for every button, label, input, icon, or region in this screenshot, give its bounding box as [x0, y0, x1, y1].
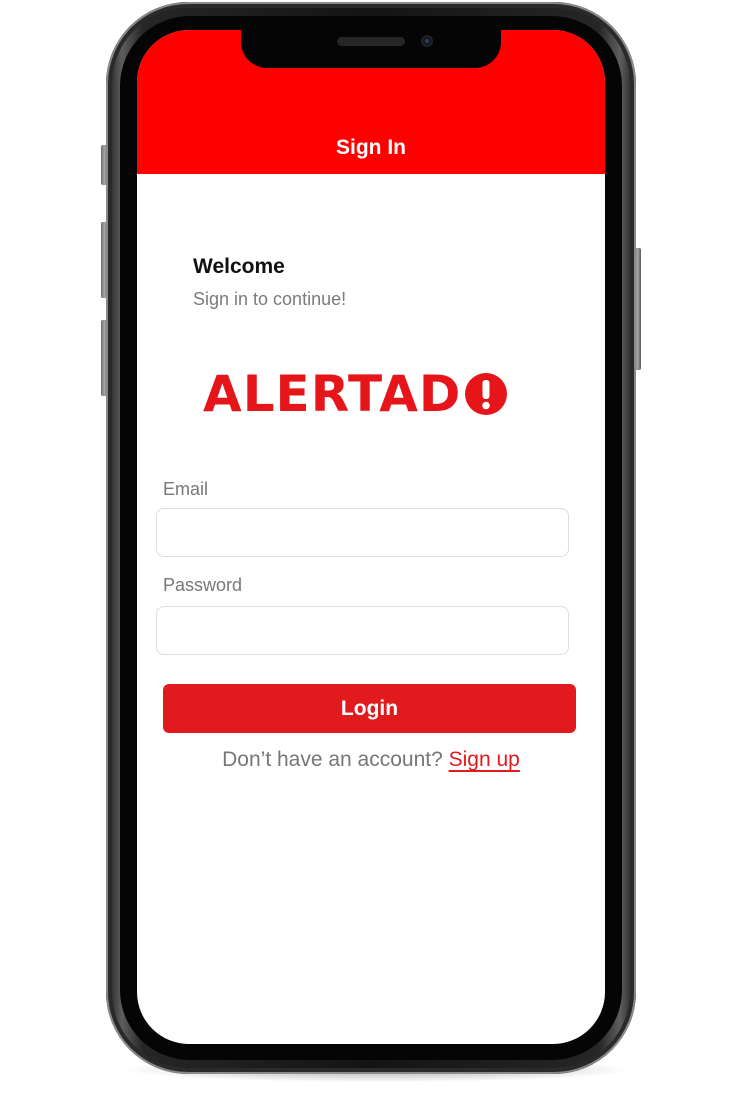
alert-exclamation-icon: [465, 373, 508, 415]
speaker-grille: [337, 37, 405, 46]
front-camera-icon: [421, 35, 433, 47]
notch: [241, 30, 501, 68]
welcome-heading: Welcome: [193, 255, 285, 278]
email-label: Email: [163, 479, 209, 499]
password-label: Password: [163, 575, 243, 595]
login-button[interactable]: Login: [163, 684, 576, 733]
signup-prompt-text: Don’t have an account?: [222, 748, 443, 771]
app-logo: ALERTAD: [203, 366, 508, 422]
password-field[interactable]: [156, 606, 569, 655]
welcome-subtitle: Sign in to continue!: [193, 289, 347, 309]
page-title: Sign In: [336, 136, 406, 159]
email-field[interactable]: [156, 508, 569, 557]
signup-prompt-row: Don’t have an account? Sign up: [137, 748, 605, 772]
signup-link[interactable]: Sign up: [449, 748, 520, 771]
logo-text: ALERTAD: [203, 365, 462, 423]
phone-screen: Sign In Welcome Sign in to continue! ALE…: [137, 30, 605, 1044]
